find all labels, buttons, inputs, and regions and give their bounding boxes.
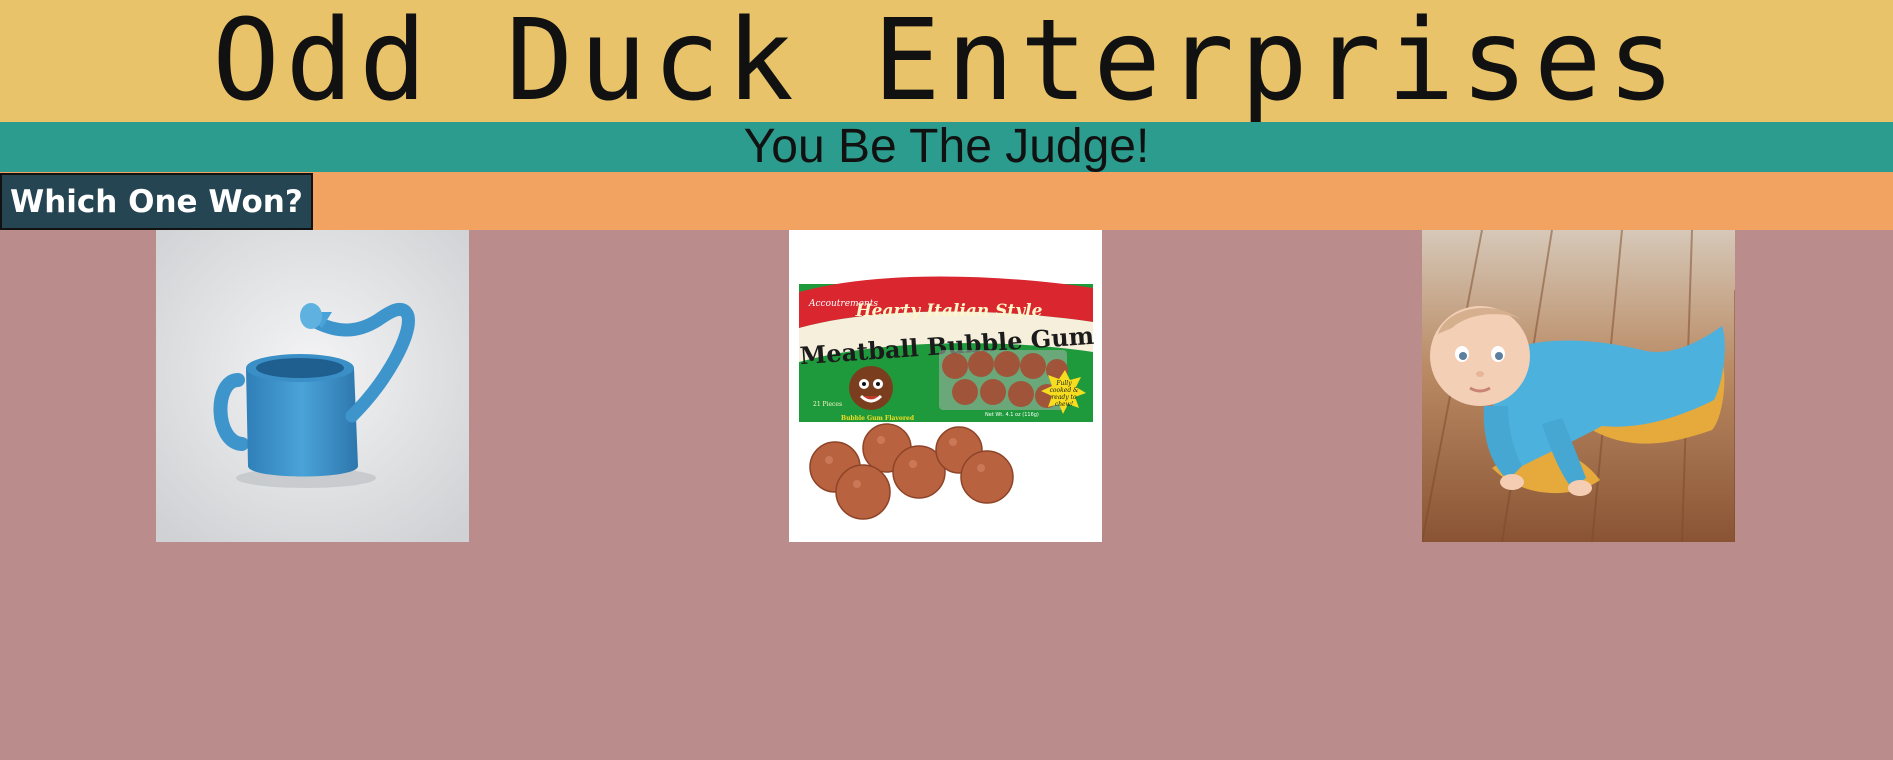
package-banner: Hearty Italian Style bbox=[855, 301, 1043, 321]
nav-bar: Which One Won? bbox=[0, 172, 1893, 230]
site-header: Odd Duck Enterprises bbox=[0, 0, 1893, 122]
package-count: 21 Pieces bbox=[813, 401, 842, 408]
product-card-meatball-bubble-gum[interactable]: Accoutrements Hearty Italian Style Meatb… bbox=[789, 230, 1102, 542]
watering-can-image[interactable] bbox=[156, 230, 469, 542]
meatball-bubble-gum-image[interactable]: Accoutrements Hearty Italian Style Meatb… bbox=[789, 230, 1102, 542]
product-card-watering-can[interactable] bbox=[156, 230, 469, 542]
site-title: Odd Duck Enterprises bbox=[212, 0, 1681, 122]
product-card-baby-mop[interactable] bbox=[1422, 230, 1735, 542]
starburst-line-4: chew! bbox=[1055, 401, 1074, 408]
which-one-won-button[interactable]: Which One Won? bbox=[0, 173, 313, 230]
package-flavor: Bubble Gum Flavored bbox=[841, 415, 915, 422]
starburst-line-1: Fully bbox=[1055, 380, 1072, 387]
tagline-bar: You Be The Judge! bbox=[0, 122, 1893, 172]
product-row: Accoutrements Hearty Italian Style Meatb… bbox=[0, 230, 1893, 760]
package-weight: Net Wt. 4.1 oz (116g) bbox=[985, 412, 1039, 418]
starburst-line-2: cooked & bbox=[1050, 387, 1080, 394]
tagline: You Be The Judge! bbox=[743, 120, 1150, 173]
starburst-line-3: ready to bbox=[1051, 394, 1077, 401]
baby-mop-image[interactable] bbox=[1422, 230, 1735, 542]
